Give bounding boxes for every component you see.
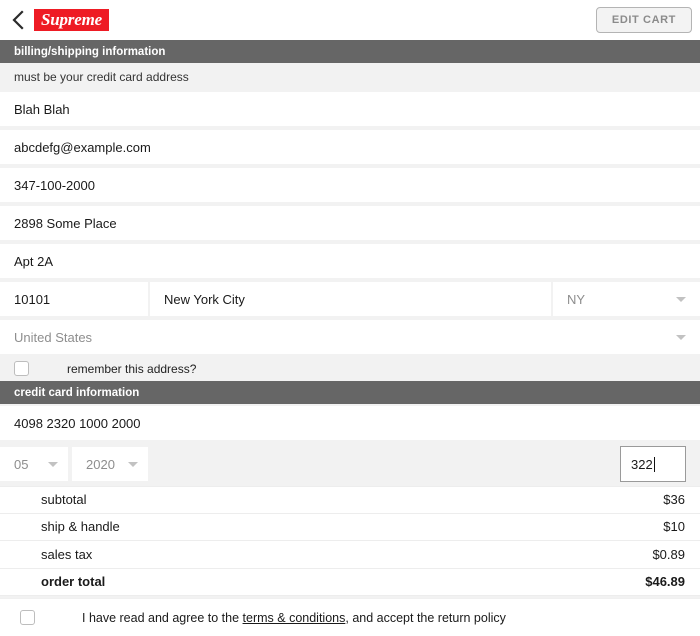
- order-total-label: order total: [41, 574, 106, 590]
- zip-input[interactable]: 10101: [0, 282, 148, 316]
- subtotal-label: subtotal: [41, 492, 87, 508]
- billing-note: must be your credit card address: [0, 63, 700, 90]
- table-row: ship & handle $10: [0, 514, 700, 541]
- phone-input[interactable]: 347-100-2000: [0, 168, 700, 202]
- address2-row: Apt 2A: [0, 242, 700, 280]
- expiry-year-select[interactable]: 2020: [72, 447, 148, 481]
- back-button[interactable]: [6, 7, 28, 33]
- cvv-value: 322: [631, 456, 653, 472]
- address1-row: 2898 Some Place: [0, 204, 700, 242]
- state-select[interactable]: NY: [553, 282, 700, 316]
- name-row: Blah Blah: [0, 90, 700, 128]
- chevron-down-icon: [676, 297, 686, 302]
- terms-text-after: , and accept the return policy: [345, 610, 506, 625]
- table-row: sales tax $0.89: [0, 541, 700, 569]
- text-cursor: [653, 456, 655, 472]
- card-expiry-row: 05 2020 322: [0, 442, 700, 486]
- expiry-month-value: 05: [14, 456, 29, 472]
- chevron-down-icon: [128, 462, 138, 467]
- terms-checkbox[interactable]: [20, 610, 35, 625]
- city-input[interactable]: New York City: [150, 282, 551, 316]
- order-totals: subtotal $36 ship & handle $10 sales tax…: [0, 486, 700, 596]
- subtotal-value: $36: [663, 492, 685, 508]
- order-total-value: $46.89: [645, 574, 685, 590]
- card-number-row: 4098 2320 1000 2000: [0, 404, 700, 442]
- email-input[interactable]: abcdefg@example.com: [0, 130, 700, 164]
- expiry-month-select[interactable]: 05: [0, 447, 68, 481]
- email-row: abcdefg@example.com: [0, 128, 700, 166]
- country-select-value: United States: [14, 329, 93, 345]
- terms-row: I have read and agree to the terms & con…: [0, 598, 700, 636]
- sales-tax-label: sales tax: [41, 546, 93, 562]
- terms-label: I have read and agree to the terms & con…: [82, 611, 506, 625]
- remember-address-row: remember this address?: [0, 356, 700, 381]
- supreme-logo[interactable]: Supreme: [34, 9, 109, 31]
- terms-text-before: I have read and agree to the: [82, 610, 243, 625]
- cvv-wrapper: 322: [620, 446, 686, 482]
- table-row: order total $46.89: [0, 569, 700, 596]
- state-select-value: NY: [567, 291, 586, 307]
- remember-address-label: remember this address?: [67, 361, 197, 376]
- country-row: United States: [0, 318, 700, 356]
- edit-cart-button[interactable]: EDIT CART: [595, 7, 692, 33]
- chevron-down-icon: [48, 462, 58, 467]
- country-select[interactable]: United States: [0, 320, 700, 354]
- supreme-logo-text: Supreme: [41, 10, 102, 29]
- terms-and-conditions-link[interactable]: terms & conditions: [243, 611, 346, 625]
- name-input[interactable]: Blah Blah: [0, 92, 700, 126]
- table-row: subtotal $36: [0, 486, 700, 514]
- billing-section-header: billing/shipping information: [0, 40, 700, 63]
- shipping-label: ship & handle: [41, 519, 120, 535]
- expiry-year-value: 2020: [86, 456, 115, 472]
- address-line1-input[interactable]: 2898 Some Place: [0, 206, 700, 240]
- card-number-input[interactable]: 4098 2320 1000 2000: [0, 406, 700, 440]
- checkout-page: Supreme EDIT CART billing/shipping infor…: [0, 0, 700, 636]
- chevron-down-icon: [676, 335, 686, 340]
- credit-card-section-header: credit card information: [0, 381, 700, 404]
- cvv-input[interactable]: 322: [620, 446, 686, 482]
- shipping-value: $10: [663, 519, 685, 535]
- top-bar: Supreme EDIT CART: [0, 0, 700, 40]
- address-line2-input[interactable]: Apt 2A: [0, 244, 700, 278]
- zip-city-state-row: 10101 New York City NY: [0, 280, 700, 318]
- chevron-left-icon: [11, 10, 24, 30]
- phone-row: 347-100-2000: [0, 166, 700, 204]
- sales-tax-value: $0.89: [652, 546, 685, 562]
- remember-address-checkbox[interactable]: [14, 361, 29, 376]
